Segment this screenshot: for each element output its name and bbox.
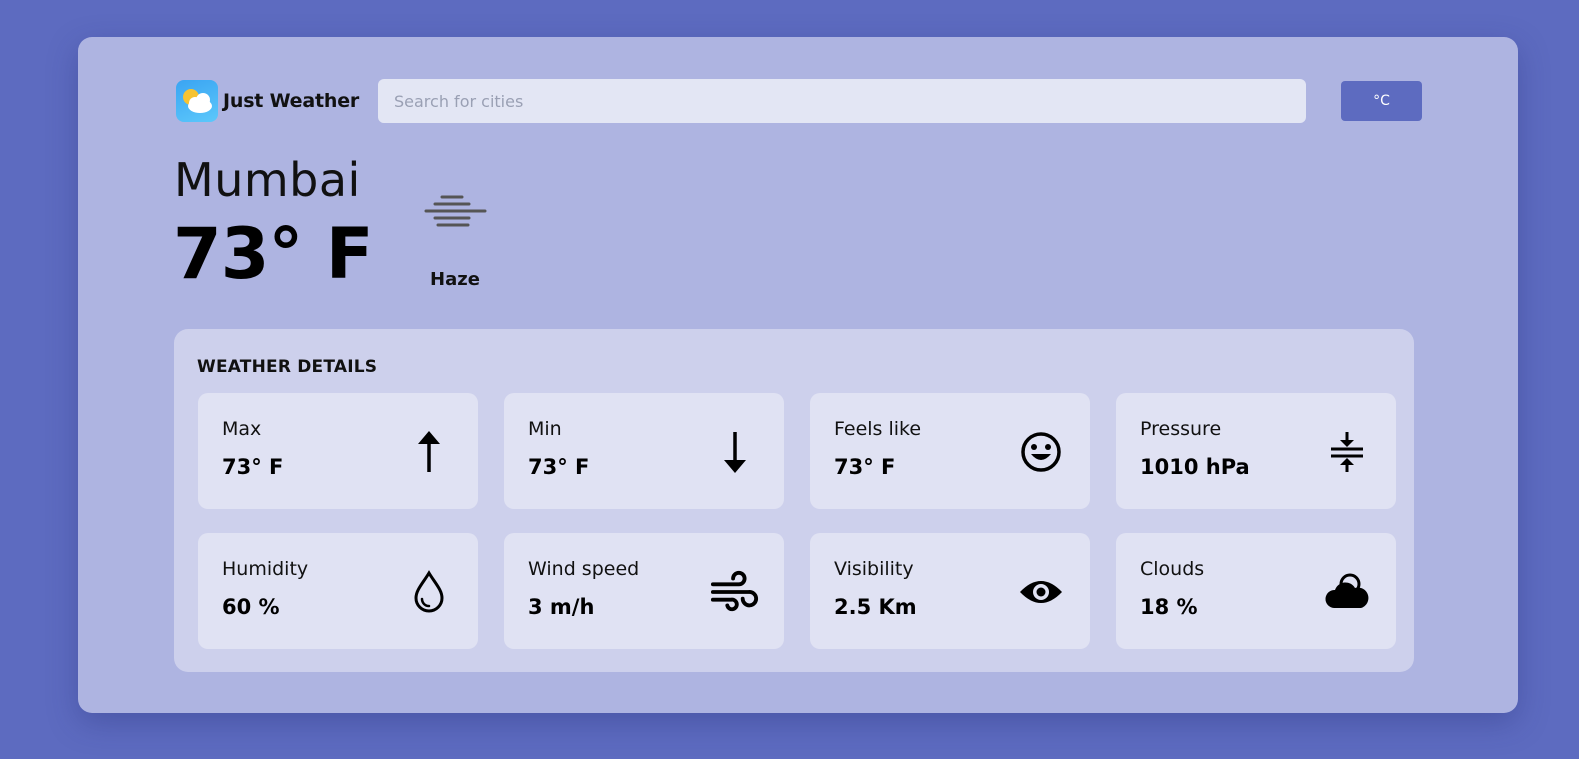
wind-icon [710,567,760,617]
detail-tile-clouds: Clouds 18 % [1116,533,1396,649]
tile-value: 2.5 Km [834,595,917,619]
eye-icon [1016,567,1066,617]
detail-tile-min: Min 73° F [504,393,784,509]
haze-icon [423,191,487,239]
detail-tile-humidity: Humidity 60 % [198,533,478,649]
tile-label: Wind speed [528,558,640,580]
app-name: Just Weather [223,90,360,112]
tile-value: 1010 hPa [1140,455,1250,479]
smiley-icon [1016,427,1066,477]
arrow-up-icon [404,427,454,477]
tile-label: Humidity [222,558,309,580]
tile-label: Max [222,418,262,440]
search-input[interactable] [378,79,1306,123]
brand[interactable]: Just Weather [176,80,359,122]
tile-value: 60 % [222,595,280,619]
current-temperature: 73° F [173,213,374,295]
tile-value: 73° F [222,455,284,479]
detail-tile-feels-like: Feels like 73° F [810,393,1090,509]
app-logo-icon [176,80,218,122]
detail-tile-visibility: Visibility 2.5 Km [810,533,1090,649]
tile-label: Clouds [1140,558,1205,580]
tile-label: Visibility [834,558,914,580]
droplet-icon [404,567,454,617]
details-title: WEATHER DETAILS [197,357,378,377]
compress-icon [1322,427,1372,477]
tile-value: 18 % [1140,595,1198,619]
tile-value: 73° F [528,455,590,479]
condition-label: Haze [430,269,480,290]
unit-toggle-button[interactable]: °C [1341,81,1422,121]
tile-value: 73° F [834,455,896,479]
detail-tile-max: Max 73° F [198,393,478,509]
tile-value: 3 m/h [528,595,595,619]
tile-label: Min [528,418,562,440]
cloud-icon [1322,567,1372,617]
weather-card: Just Weather °C Mumbai 73° F Haze WEATHE… [78,37,1518,713]
tile-label: Pressure [1140,418,1222,440]
city-name: Mumbai [174,153,361,207]
arrow-down-icon [710,427,760,477]
detail-tile-wind-speed: Wind speed 3 m/h [504,533,784,649]
weather-details-panel: WEATHER DETAILS Max 73° F Min 73° F Feel… [174,329,1414,672]
tile-label: Feels like [834,418,922,440]
detail-tile-pressure: Pressure 1010 hPa [1116,393,1396,509]
